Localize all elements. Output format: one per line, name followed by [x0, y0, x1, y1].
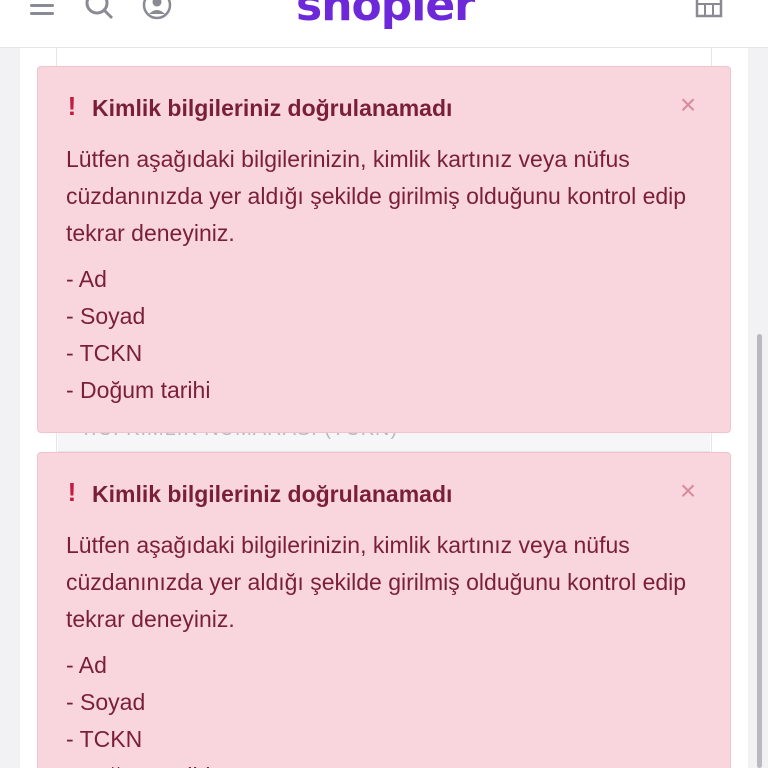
- list-item: - Soyad: [66, 689, 146, 715]
- top-bar: shopier: [0, 0, 768, 48]
- alert-title: Kimlik bilgileriniz doğrulanamadı: [92, 481, 453, 507]
- alert-title: Kimlik bilgileriniz doğrulanamadı: [92, 95, 453, 121]
- brand-logo[interactable]: shopier: [296, 0, 475, 34]
- user-icon[interactable]: [142, 0, 172, 20]
- list-item: - TCKN: [66, 726, 143, 752]
- error-alert: ! Kimlik bilgileriniz doğrulanamadı × Lü…: [37, 452, 731, 768]
- alert-field-list: - Ad - Soyad - TCKN - Doğum tarihi: [66, 261, 706, 409]
- cart-icon[interactable]: [694, 0, 724, 20]
- list-item: - Doğum tarihi: [66, 758, 706, 768]
- exclamation-icon: !: [67, 91, 77, 121]
- scrollbar[interactable]: [757, 334, 762, 768]
- close-icon[interactable]: ×: [674, 91, 702, 119]
- list-item: - Soyad: [66, 303, 146, 329]
- alert-message: Lütfen aşağıdaki bilgilerinizin, kimlik …: [66, 146, 687, 246]
- list-item: - Ad: [66, 266, 107, 292]
- search-icon[interactable]: [84, 0, 114, 20]
- error-alert: ! Kimlik bilgileriniz doğrulanamadı × Lü…: [37, 66, 731, 433]
- list-item: - Doğum tarihi: [66, 377, 211, 403]
- exclamation-icon: !: [67, 477, 77, 507]
- menu-icon[interactable]: [28, 0, 58, 20]
- alert-field-list: - Ad - Soyad - TCKN - Doğum tarihi: [66, 647, 706, 768]
- list-item: - Ad: [66, 652, 107, 678]
- list-item: - TCKN: [66, 340, 143, 366]
- alert-message: Lütfen aşağıdaki bilgilerinizin, kimlik …: [66, 532, 687, 632]
- close-icon[interactable]: ×: [674, 477, 702, 505]
